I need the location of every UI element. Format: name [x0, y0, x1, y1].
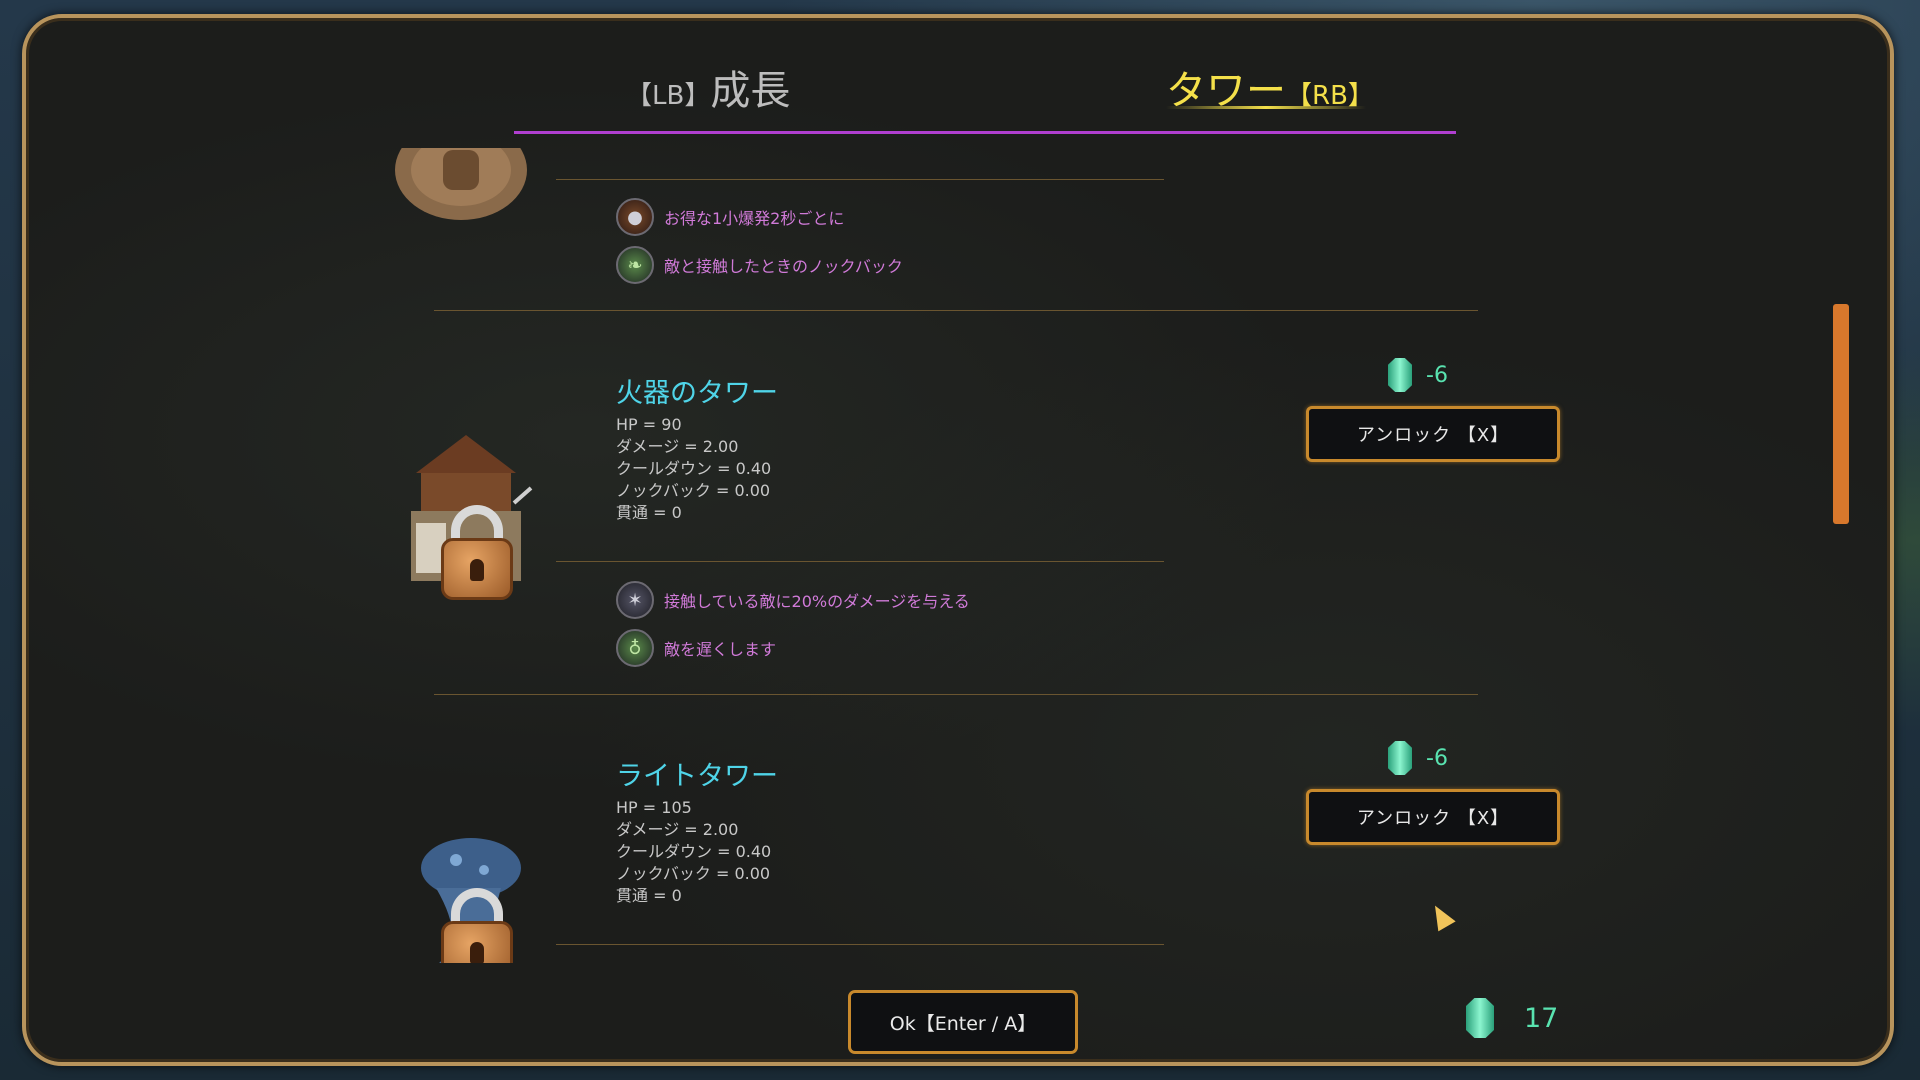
bomb-icon: ●	[616, 198, 654, 236]
perk-row: ♁ 敵を遅くします	[616, 629, 776, 667]
slow-icon: ♁	[616, 629, 654, 667]
stat-pierce: 貫通 = 0	[616, 886, 682, 905]
gem-icon	[1466, 998, 1494, 1038]
stat-pierce: 貫通 = 0	[616, 503, 682, 522]
scrollbar-thumb[interactable]	[1833, 304, 1849, 524]
lock-icon	[441, 921, 513, 963]
stat-cooldown: クールダウン = 0.40	[616, 459, 772, 478]
tower-stats: HP = 105 ダメージ = 2.00 クールダウン = 0.40 ノックバッ…	[616, 797, 771, 907]
stat-hp: HP = 105	[616, 798, 692, 817]
unlock-cost: -6	[1388, 741, 1448, 775]
stat-hp: HP = 90	[616, 415, 682, 434]
divider	[556, 561, 1164, 562]
divider	[556, 944, 1164, 945]
tower-list[interactable]: ● お得な1小爆発2秒ごとに ❧ 敵と接触したときのノックバック 火器のタワー …	[26, 148, 1890, 963]
tab-growth-label: 成長	[710, 68, 791, 114]
tower-name: 火器のタワー	[616, 378, 778, 409]
cost-value: -6	[1426, 745, 1448, 771]
cost-value: -6	[1426, 362, 1448, 388]
perk-text: 接触している敵に20%のダメージを与える	[664, 592, 970, 611]
previous-tower-image	[395, 148, 527, 220]
divider	[556, 179, 1164, 180]
claw-icon: ✶	[616, 581, 654, 619]
section-divider	[434, 694, 1478, 695]
perk-text: お得な1小爆発2秒ごとに	[664, 209, 845, 228]
tower-menu-panel: 【LB】成長 タワー【RB】 ● お得な1小爆発2秒ごとに ❧ 敵と接触したとき…	[22, 14, 1894, 1066]
tower-stats: HP = 90 ダメージ = 2.00 クールダウン = 0.40 ノックバック…	[616, 414, 771, 524]
stat-knockback: ノックバック = 0.00	[616, 481, 771, 500]
tab-growth[interactable]: 【LB】成長	[626, 58, 790, 116]
stat-damage: ダメージ = 2.00	[616, 437, 739, 456]
stat-cooldown: クールダウン = 0.40	[616, 842, 772, 861]
unlock-button[interactable]: アンロック 【X】	[1306, 406, 1560, 462]
section-divider	[434, 310, 1478, 311]
lock-icon	[441, 538, 513, 600]
perk-text: 敵を遅くします	[664, 640, 777, 659]
gem-total-value: 17	[1524, 1002, 1559, 1034]
leaf-knockback-icon: ❧	[616, 246, 654, 284]
tab-underline	[514, 131, 1456, 134]
gem-balance: 17	[1466, 998, 1558, 1038]
unlock-cost: -6	[1388, 358, 1448, 392]
gem-icon	[1388, 358, 1412, 392]
active-tab-glow	[1166, 106, 1366, 109]
ok-button[interactable]: Ok【Enter / A】	[848, 990, 1078, 1054]
perk-row: ✶ 接触している敵に20%のダメージを与える	[616, 581, 970, 619]
tab-growth-key: 【LB】	[626, 81, 711, 111]
gem-icon	[1388, 741, 1412, 775]
perk-text: 敵と接触したときのノックバック	[664, 257, 903, 276]
stat-knockback: ノックバック = 0.00	[616, 864, 771, 883]
stat-damage: ダメージ = 2.00	[616, 820, 739, 839]
perk-row: ● お得な1小爆発2秒ごとに	[616, 198, 844, 236]
tower-name: ライトタワー	[616, 761, 778, 792]
perk-row: ❧ 敵と接触したときのノックバック	[616, 246, 903, 284]
unlock-button[interactable]: アンロック 【X】	[1306, 789, 1560, 845]
